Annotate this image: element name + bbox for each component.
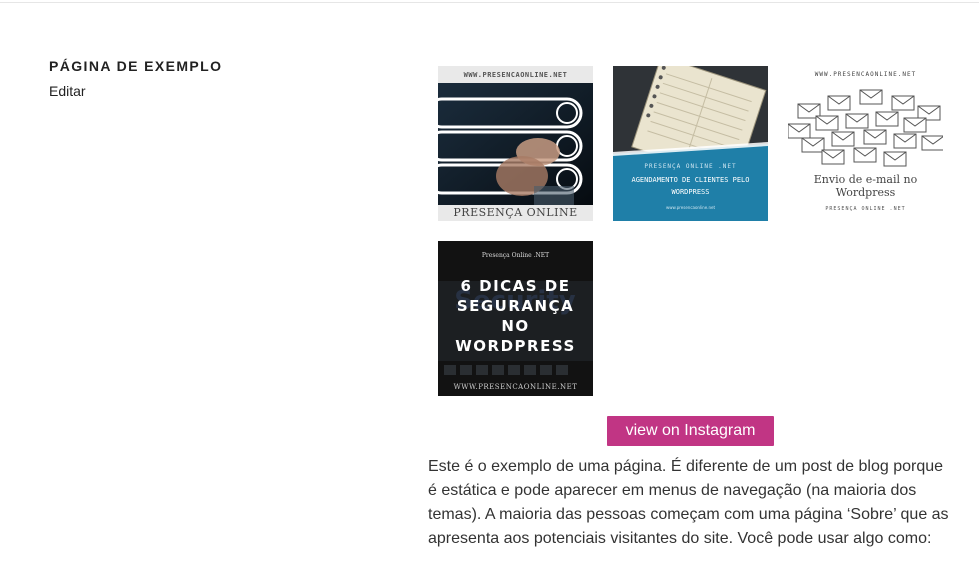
page-title: PÁGINA DE EXEMPLO xyxy=(49,58,223,74)
post-3-caption-small: PRESENÇA ONLINE .NET xyxy=(825,206,906,212)
post-2-caption-small: www.presencaonline.net xyxy=(665,205,716,210)
post-1-caption-top: WWW.PRESENCAONLINE.NET xyxy=(463,71,568,79)
instagram-post-2[interactable]: PRESENÇA ONLINE .NET AGENDAMENTO DE CLIE… xyxy=(613,66,768,221)
post-2-caption-main-2: WORDPRESS xyxy=(671,188,710,196)
page-header: PÁGINA DE EXEMPLO Editar xyxy=(49,56,379,101)
edit-link[interactable]: Editar xyxy=(49,82,86,100)
post-3-caption-main-2: Wordpress xyxy=(835,186,896,199)
header-divider xyxy=(0,2,979,3)
post-3-caption-main-1: Envio de e-mail no xyxy=(813,173,918,186)
page-content: Este é o exemplo de uma página. É difere… xyxy=(428,455,953,551)
post-4-line-3: NO xyxy=(501,317,530,335)
post-4-line-1: 6 DICAS DE xyxy=(460,277,571,295)
instagram-post-3[interactable]: WWW.PRESENCAONLINE.NET Envio de e-mail n… xyxy=(788,66,943,221)
touchscreen-finger-icon xyxy=(438,66,593,221)
instagram-post-1[interactable]: WWW.PRESENCAONLINE.NET PRESENÇA ONLINE .… xyxy=(438,66,593,221)
post-2-caption-top: PRESENÇA ONLINE .NET xyxy=(644,163,737,170)
view-on-instagram-button[interactable]: view on Instagram xyxy=(607,416,774,446)
planner-notebook-icon xyxy=(613,66,768,221)
content-paragraph: Este é o exemplo de uma página. É difere… xyxy=(428,458,949,547)
post-4-line-2: SEGURANÇA xyxy=(456,297,575,315)
post-1-caption-bottom: PRESENÇA ONLINE .NET xyxy=(453,206,578,221)
post-2-caption-main-1: AGENDAMENTO DE CLIENTES PELO xyxy=(631,176,750,184)
post-4-caption-bottom: WWW.PRESENCAONLINE.NET xyxy=(453,383,578,391)
post-4-line-4: WORDPRESS xyxy=(455,337,576,355)
post-4-caption-top: Presença Online .NET xyxy=(481,252,550,259)
post-3-caption-top: WWW.PRESENCAONLINE.NET xyxy=(814,71,917,78)
instagram-post-4[interactable]: Security Presença Online .NET 6 DICAS DE… xyxy=(438,241,593,396)
